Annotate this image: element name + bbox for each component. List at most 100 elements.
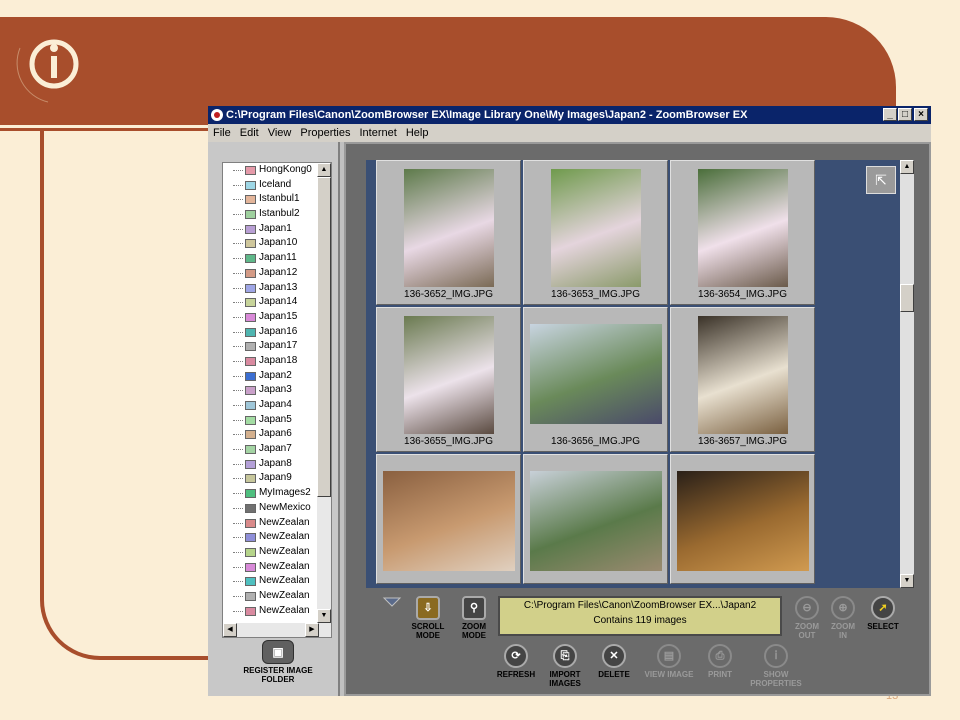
tree-connector xyxy=(233,199,243,201)
folder-item[interactable]: Japan17 xyxy=(223,339,331,354)
menu-internet[interactable]: Internet xyxy=(356,124,401,142)
thumbnail-tile[interactable]: 136-3656_IMG.JPG xyxy=(523,307,668,452)
folder-icon xyxy=(245,356,256,366)
collapse-triangle-icon[interactable] xyxy=(382,596,402,608)
folder-item[interactable]: Japan12 xyxy=(223,266,331,281)
folder-item[interactable]: Istanbul1 xyxy=(223,192,331,207)
thumbnail-tile[interactable] xyxy=(670,454,815,584)
folder-item[interactable]: Japan2 xyxy=(223,369,331,384)
folder-item[interactable]: NewZealan xyxy=(223,574,331,589)
panel-toggle-button[interactable]: ⇱ xyxy=(866,166,896,194)
zoom-mode-button[interactable]: ⚲ ZOOM MODE xyxy=(454,596,494,640)
folder-item[interactable]: NewZealan xyxy=(223,560,331,575)
refresh-icon: ⟳ xyxy=(504,644,528,668)
print-button[interactable]: ⎙ PRINT xyxy=(700,644,740,679)
scroll-up-icon[interactable]: ▲ xyxy=(900,160,914,174)
thumbnail-vertical-scrollbar[interactable]: ▲ ▼ xyxy=(900,160,914,588)
import-images-button[interactable]: ⎘ IMPORT IMAGES xyxy=(542,644,588,688)
tree-connector xyxy=(233,390,243,392)
information-school-logo xyxy=(16,39,79,103)
menu-file[interactable]: File xyxy=(209,124,235,142)
thumbnail-image xyxy=(403,316,494,434)
thumbnail-tile[interactable]: 136-3657_IMG.JPG xyxy=(670,307,815,452)
folder-icon xyxy=(245,547,256,557)
folder-item[interactable]: Japan1 xyxy=(223,222,331,237)
tree-connector xyxy=(233,449,243,451)
menu-help[interactable]: Help xyxy=(402,124,433,142)
zoom-in-label: ZOOM IN xyxy=(831,622,855,640)
folder-icon xyxy=(245,210,256,220)
register-image-folder-button[interactable]: ▣ REGISTER IMAGE FOLDER xyxy=(238,640,318,684)
view-image-button[interactable]: ▤ VIEW IMAGE xyxy=(642,644,696,679)
folder-item[interactable]: Japan10 xyxy=(223,236,331,251)
delete-button[interactable]: ✕ DELETE xyxy=(592,644,636,679)
folder-item[interactable]: Japan3 xyxy=(223,383,331,398)
thumbnail-tile[interactable] xyxy=(376,454,521,584)
thumbnail-tile[interactable]: 136-3654_IMG.JPG xyxy=(670,160,815,305)
scroll-mode-button[interactable]: ⇩ SCROLL MODE xyxy=(408,596,448,640)
folder-item[interactable]: Japan15 xyxy=(223,310,331,325)
folder-item[interactable]: Japan5 xyxy=(223,413,331,428)
folder-item[interactable]: Japan18 xyxy=(223,354,331,369)
folder-item[interactable]: NewZealan xyxy=(223,545,331,560)
folder-item[interactable]: Japan16 xyxy=(223,325,331,340)
folder-label: Japan2 xyxy=(259,369,292,381)
close-button[interactable]: × xyxy=(914,108,928,121)
folder-item[interactable]: NewZealan xyxy=(223,604,331,619)
folder-item[interactable]: Japan6 xyxy=(223,427,331,442)
title-bar[interactable]: C:\Program Files\Canon\ZoomBrowser EX\Im… xyxy=(208,106,931,124)
thumbnail-tile[interactable]: 136-3652_IMG.JPG xyxy=(376,160,521,305)
folder-label: NewZealan xyxy=(259,545,310,557)
folder-label: Japan11 xyxy=(259,252,297,264)
print-label: PRINT xyxy=(708,670,732,679)
folder-item[interactable]: NewZealan xyxy=(223,589,331,604)
folder-tree-horizontal-scrollbar[interactable]: ◀ ▶ xyxy=(223,623,331,637)
zoom-out-button[interactable]: ⊖ ZOOM OUT xyxy=(790,596,824,640)
tree-connector xyxy=(233,360,243,362)
select-button[interactable]: ➚ SELECT xyxy=(864,596,902,631)
folder-item[interactable]: Iceland xyxy=(223,178,331,193)
folder-label: Japan15 xyxy=(259,310,298,322)
menu-view[interactable]: View xyxy=(264,124,296,142)
folder-tree-vertical-scrollbar[interactable]: ▲ ▼ xyxy=(317,163,331,623)
tree-connector xyxy=(233,478,243,480)
window-title: C:\Program Files\Canon\ZoomBrowser EX\Im… xyxy=(226,109,748,121)
folder-item[interactable]: Japan8 xyxy=(223,457,331,472)
folder-item[interactable]: Japan11 xyxy=(223,251,331,266)
scroll-left-icon[interactable]: ◀ xyxy=(223,623,237,637)
folder-icon xyxy=(245,533,256,543)
folder-item[interactable]: Japan4 xyxy=(223,398,331,413)
folder-item[interactable]: NewZealan xyxy=(223,516,331,531)
folder-item[interactable]: Japan13 xyxy=(223,281,331,296)
scroll-down-icon[interactable]: ▼ xyxy=(900,574,914,588)
folder-item[interactable]: NewZealan xyxy=(223,530,331,545)
folder-label: Japan12 xyxy=(259,266,298,278)
folder-item[interactable]: HongKong0 xyxy=(223,163,331,178)
zoom-in-button[interactable]: ⊕ ZOOM IN xyxy=(826,596,860,640)
show-properties-button[interactable]: ⅰ SHOW PROPERTIES xyxy=(744,644,808,688)
scroll-down-icon[interactable]: ▼ xyxy=(317,609,331,623)
minimize-button[interactable]: _ xyxy=(883,108,897,121)
browse-panel: 136-3652_IMG.JPG 136-3653_IMG.JPG 136-3654… xyxy=(344,142,931,696)
scroll-up-icon[interactable]: ▲ xyxy=(317,163,331,177)
folder-item[interactable]: NewMexico xyxy=(223,501,331,516)
folder-item[interactable]: Istanbul2 xyxy=(223,207,331,222)
status-count: Contains 119 images xyxy=(593,615,687,626)
maximize-button[interactable]: □ xyxy=(898,108,912,121)
folder-item[interactable]: Japan9 xyxy=(223,471,331,486)
tree-connector xyxy=(233,287,243,289)
scrollbar-thumb[interactable] xyxy=(900,284,914,312)
folder-item[interactable]: Japan14 xyxy=(223,295,331,310)
folder-item[interactable]: MyImages2 xyxy=(223,486,331,501)
scrollbar-thumb[interactable] xyxy=(317,177,331,497)
thumbnail-tile[interactable]: 136-3655_IMG.JPG xyxy=(376,307,521,452)
menu-edit[interactable]: Edit xyxy=(236,124,263,142)
folder-item[interactable]: Japan7 xyxy=(223,442,331,457)
thumbnail-tile[interactable] xyxy=(523,454,668,584)
thumbnail-tile[interactable]: 136-3653_IMG.JPG xyxy=(523,160,668,305)
folder-icon xyxy=(245,166,256,175)
menu-properties[interactable]: Properties xyxy=(296,124,354,142)
refresh-button[interactable]: ⟳ REFRESH xyxy=(494,644,538,679)
tree-connector xyxy=(233,258,243,260)
scroll-right-icon[interactable]: ▶ xyxy=(305,623,319,637)
